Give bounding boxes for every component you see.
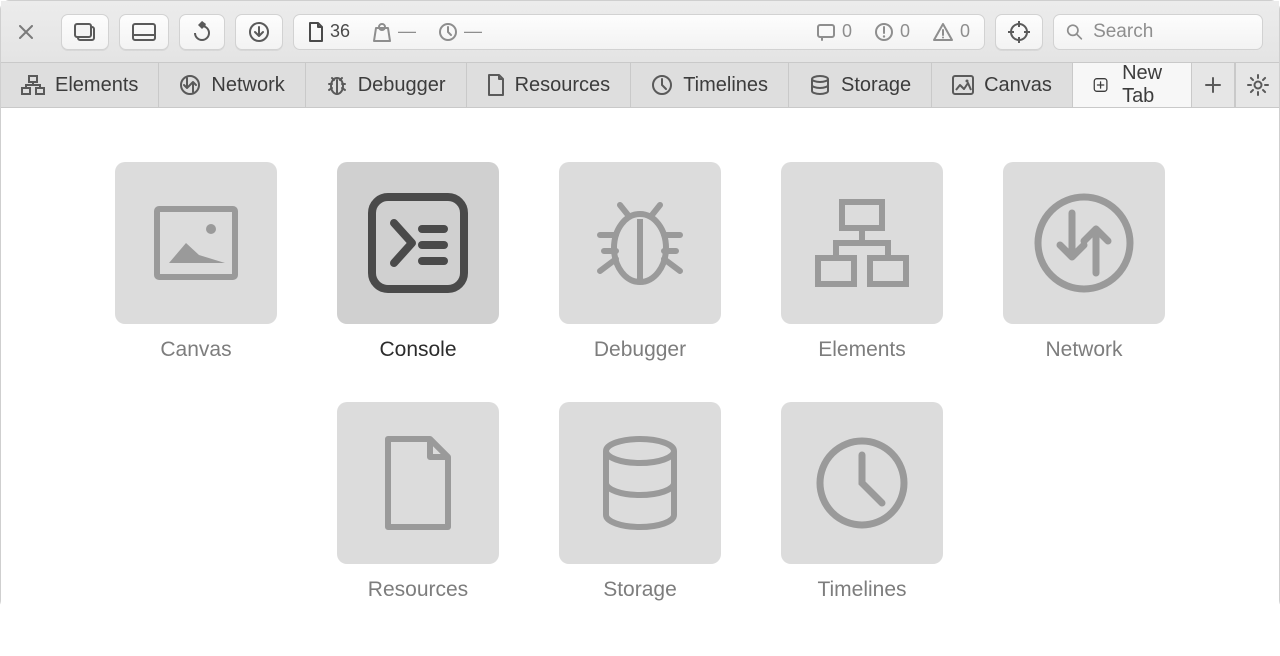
search-field[interactable] xyxy=(1053,14,1263,50)
tile-console[interactable]: Console xyxy=(337,162,499,362)
tab-label: Storage xyxy=(841,74,911,97)
search-icon xyxy=(1066,22,1083,42)
close-icon xyxy=(19,25,33,39)
tab-debugger[interactable]: Debugger xyxy=(306,63,467,107)
page-count-value: 36 xyxy=(330,21,350,42)
warnings-stat: 0 xyxy=(932,21,970,42)
tab-label: Debugger xyxy=(358,74,446,97)
download-button[interactable] xyxy=(235,14,283,50)
tab-picker-grid: Canvas Console Debugger Elements Network xyxy=(101,162,1179,602)
tabs-bar: Elements Network Debugger Resources Time… xyxy=(1,63,1279,108)
panel-layout-button[interactable] xyxy=(119,14,169,50)
resources-icon xyxy=(487,74,505,96)
weight-stat: — xyxy=(372,21,416,42)
issues-stat: 0 xyxy=(874,21,910,42)
network-icon xyxy=(1030,189,1138,297)
issues-value: 0 xyxy=(900,21,910,42)
timelines-icon xyxy=(812,433,912,533)
panel-icon xyxy=(132,23,156,41)
canvas-icon xyxy=(952,75,974,95)
tab-new[interactable]: New Tab xyxy=(1073,63,1191,107)
search-input[interactable] xyxy=(1093,21,1250,43)
tab-canvas[interactable]: Canvas xyxy=(932,63,1073,107)
canvas-icon xyxy=(151,203,241,283)
time-value: — xyxy=(464,21,482,42)
tab-timelines[interactable]: Timelines xyxy=(631,63,789,107)
reload-icon xyxy=(192,21,212,43)
resources-icon xyxy=(378,433,458,533)
settings-button[interactable] xyxy=(1235,63,1279,107)
tile-label: Debugger xyxy=(594,338,686,362)
page-icon xyxy=(308,22,324,42)
tab-label: Network xyxy=(211,74,284,97)
docking-button[interactable] xyxy=(61,14,109,50)
tile-debugger[interactable]: Debugger xyxy=(559,162,721,362)
network-icon xyxy=(179,74,201,96)
close-button[interactable] xyxy=(17,23,35,41)
toolbar: 36 — — 0 0 0 xyxy=(1,1,1279,63)
page-count-stat: 36 xyxy=(308,21,350,42)
inspect-element-button[interactable] xyxy=(995,14,1043,50)
tab-resources[interactable]: Resources xyxy=(467,63,632,107)
tile-canvas[interactable]: Canvas xyxy=(115,162,277,362)
clock-icon xyxy=(438,22,458,42)
tab-storage[interactable]: Storage xyxy=(789,63,932,107)
tab-label: Resources xyxy=(515,74,611,97)
message-icon xyxy=(816,22,836,42)
toolbar-stats: 36 — — 0 0 0 xyxy=(293,14,985,50)
tile-timelines[interactable]: Timelines xyxy=(781,402,943,602)
tile-label: Resources xyxy=(368,578,468,602)
new-tab-content: Canvas Console Debugger Elements Network xyxy=(1,108,1279,656)
tile-label: Elements xyxy=(818,338,906,362)
tab-label: Elements xyxy=(55,74,138,97)
messages-stat: 0 xyxy=(816,21,852,42)
tile-storage[interactable]: Storage xyxy=(559,402,721,602)
new-tab-label: New Tab xyxy=(1122,62,1171,108)
tile-resources[interactable]: Resources xyxy=(337,402,499,602)
storage-icon xyxy=(809,74,831,96)
warnings-value: 0 xyxy=(960,21,970,42)
tile-label: Storage xyxy=(603,578,677,602)
plus-icon xyxy=(1204,76,1222,94)
tile-label: Timelines xyxy=(817,578,906,602)
tab-label: Canvas xyxy=(984,74,1052,97)
debugger-icon xyxy=(590,193,690,293)
elements-icon xyxy=(812,198,912,288)
tile-label: Network xyxy=(1045,338,1122,362)
tab-elements[interactable]: Elements xyxy=(1,63,159,107)
tab-network[interactable]: Network xyxy=(159,63,305,107)
elements-icon xyxy=(21,75,45,95)
timelines-icon xyxy=(651,74,673,96)
weight-value: — xyxy=(398,21,416,42)
download-icon xyxy=(248,21,270,43)
console-icon xyxy=(364,189,472,297)
weight-icon xyxy=(372,22,392,42)
crosshair-icon xyxy=(1008,21,1030,43)
tile-elements[interactable]: Elements xyxy=(781,162,943,362)
plus-box-icon xyxy=(1093,73,1108,97)
add-tab-button[interactable] xyxy=(1191,63,1235,107)
storage-icon xyxy=(595,433,685,533)
dock-icon xyxy=(74,23,96,41)
gear-icon xyxy=(1247,74,1269,96)
issues-icon xyxy=(874,22,894,42)
tile-label: Canvas xyxy=(160,338,231,362)
tab-label: Timelines xyxy=(683,74,768,97)
time-stat: — xyxy=(438,21,482,42)
tile-network[interactable]: Network xyxy=(1003,162,1165,362)
tile-label: Console xyxy=(379,338,456,362)
debugger-icon xyxy=(326,74,348,96)
warning-icon xyxy=(932,22,954,42)
messages-value: 0 xyxy=(842,21,852,42)
reload-button[interactable] xyxy=(179,14,225,50)
